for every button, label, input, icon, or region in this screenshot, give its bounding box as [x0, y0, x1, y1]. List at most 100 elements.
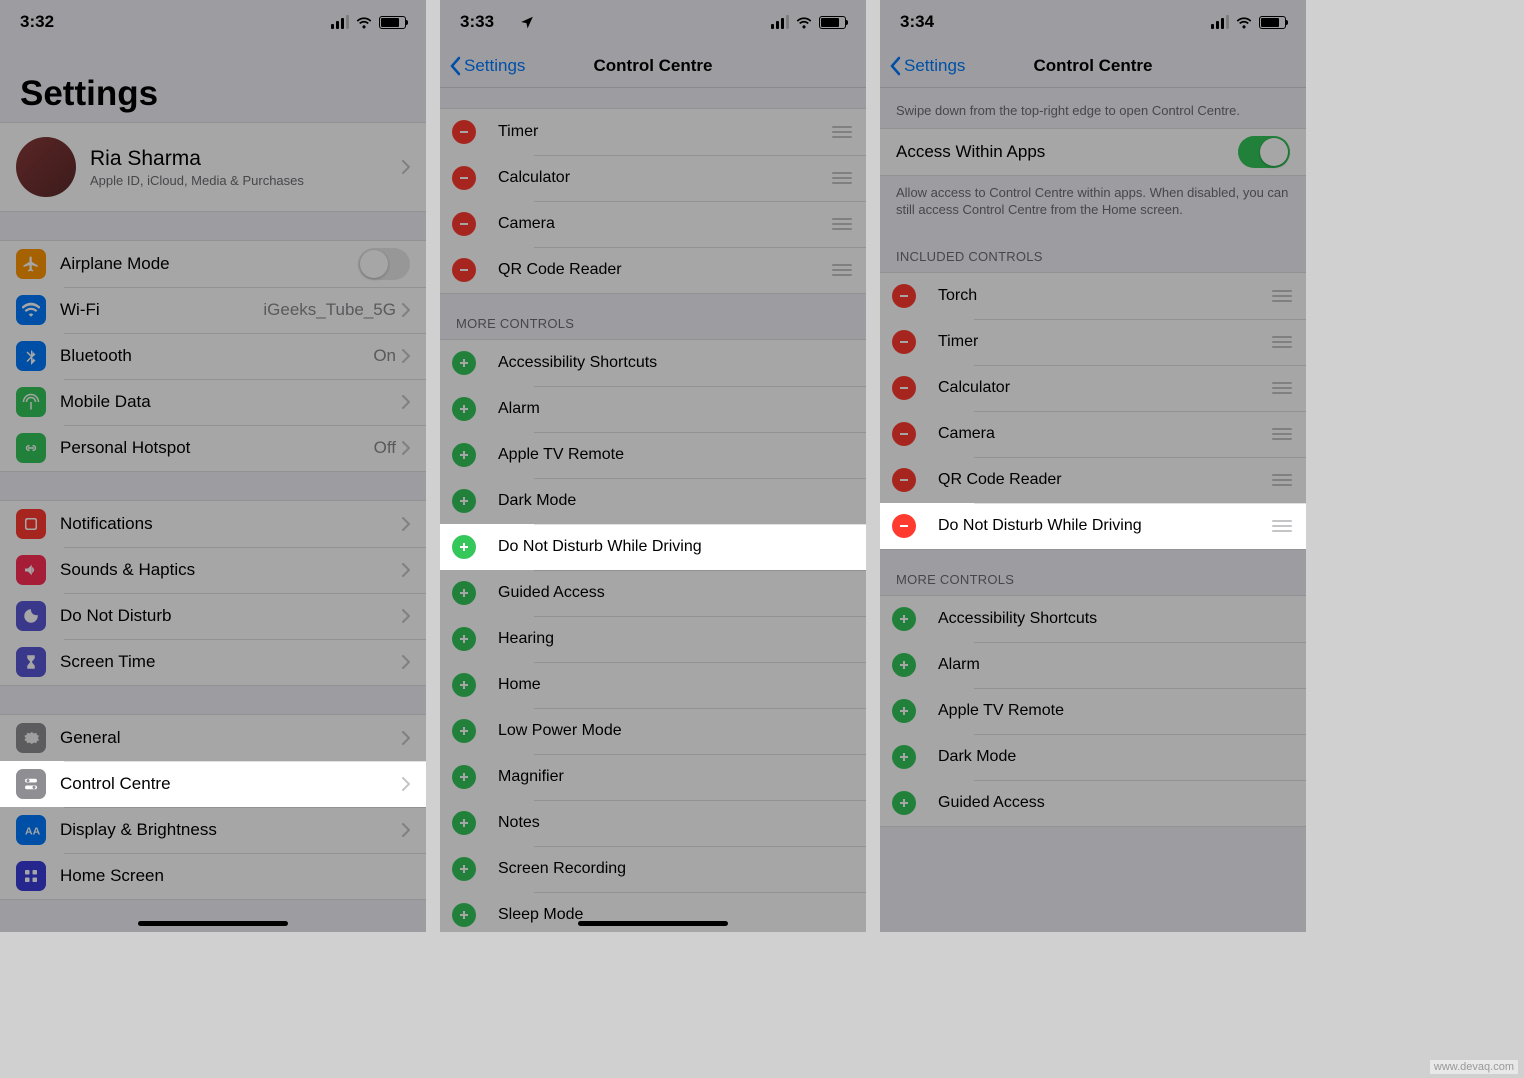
hint-text: Swipe down from the top-right edge to op…: [880, 88, 1306, 128]
more-control-screen-recording[interactable]: Screen Recording: [440, 846, 866, 892]
more-control-dnd-driving[interactable]: Do Not Disturb While Driving: [440, 524, 866, 570]
row-label: Sleep Mode: [498, 906, 583, 924]
reorder-handle[interactable]: [830, 218, 854, 230]
more-control-guided-access[interactable]: Guided Access: [880, 780, 1306, 826]
more-control-alarm[interactable]: Alarm: [440, 386, 866, 432]
back-label: Settings: [464, 56, 525, 76]
add-button[interactable]: [892, 745, 916, 769]
remove-button[interactable]: [892, 376, 916, 400]
back-button[interactable]: Settings: [888, 56, 965, 76]
row-general[interactable]: General: [0, 715, 426, 761]
svg-text:AA: AA: [25, 826, 40, 838]
included-control-timer[interactable]: Timer: [440, 109, 866, 155]
reorder-handle[interactable]: [1270, 290, 1294, 302]
more-control-notes[interactable]: Notes: [440, 800, 866, 846]
reorder-handle[interactable]: [1270, 520, 1294, 532]
row-label: Personal Hotspot: [60, 438, 374, 458]
more-control-accessibility[interactable]: Accessibility Shortcuts: [440, 340, 866, 386]
reorder-handle[interactable]: [1270, 474, 1294, 486]
row-label: Screen Time: [60, 652, 402, 672]
add-button[interactable]: [452, 581, 476, 605]
add-button[interactable]: [452, 765, 476, 789]
reorder-handle[interactable]: [830, 172, 854, 184]
row-notifications[interactable]: Notifications: [0, 501, 426, 547]
included-control-qr[interactable]: QR Code Reader: [880, 457, 1306, 503]
text-size-icon: AA: [16, 815, 46, 845]
add-button[interactable]: [452, 627, 476, 651]
reorder-handle[interactable]: [1270, 336, 1294, 348]
add-button[interactable]: [452, 857, 476, 881]
reorder-handle[interactable]: [830, 264, 854, 276]
add-button[interactable]: [892, 791, 916, 815]
reorder-handle[interactable]: [1270, 382, 1294, 394]
more-control-magnifier[interactable]: Magnifier: [440, 754, 866, 800]
more-control-guided-access[interactable]: Guided Access: [440, 570, 866, 616]
included-control-dnd-driving[interactable]: Do Not Disturb While Driving: [880, 503, 1306, 549]
row-home-screen[interactable]: Home Screen: [0, 853, 426, 899]
more-control-accessibility[interactable]: Accessibility Shortcuts: [880, 596, 1306, 642]
row-personal-hotspot[interactable]: Personal Hotspot Off: [0, 425, 426, 471]
more-control-appletv[interactable]: Apple TV Remote: [440, 432, 866, 478]
row-label: Bluetooth: [60, 346, 373, 366]
more-control-darkmode[interactable]: Dark Mode: [880, 734, 1306, 780]
row-airplane-mode[interactable]: Airplane Mode: [0, 241, 426, 287]
row-control-centre[interactable]: Control Centre: [0, 761, 426, 807]
chevron-right-icon: [402, 349, 410, 363]
more-control-low-power[interactable]: Low Power Mode: [440, 708, 866, 754]
remove-button[interactable]: [452, 166, 476, 190]
row-sounds-haptics[interactable]: Sounds & Haptics: [0, 547, 426, 593]
remove-button[interactable]: [892, 514, 916, 538]
back-button[interactable]: Settings: [448, 56, 525, 76]
row-bluetooth[interactable]: Bluetooth On: [0, 333, 426, 379]
remove-button[interactable]: [452, 120, 476, 144]
remove-button[interactable]: [892, 284, 916, 308]
included-control-qr[interactable]: QR Code Reader: [440, 247, 866, 293]
reorder-handle[interactable]: [830, 126, 854, 138]
row-wifi[interactable]: Wi-Fi iGeeks_Tube_5G: [0, 287, 426, 333]
row-display-brightness[interactable]: AA Display & Brightness: [0, 807, 426, 853]
included-control-calculator[interactable]: Calculator: [440, 155, 866, 201]
more-control-hearing[interactable]: Hearing: [440, 616, 866, 662]
add-button[interactable]: [452, 719, 476, 743]
row-mobile-data[interactable]: Mobile Data: [0, 379, 426, 425]
apple-id-row[interactable]: Ria Sharma Apple ID, iCloud, Media & Pur…: [0, 122, 426, 212]
row-do-not-disturb[interactable]: Do Not Disturb: [0, 593, 426, 639]
more-control-alarm[interactable]: Alarm: [880, 642, 1306, 688]
more-control-appletv[interactable]: Apple TV Remote: [880, 688, 1306, 734]
remove-button[interactable]: [892, 330, 916, 354]
more-control-darkmode[interactable]: Dark Mode: [440, 478, 866, 524]
add-button[interactable]: [452, 443, 476, 467]
remove-button[interactable]: [892, 468, 916, 492]
included-control-timer[interactable]: Timer: [880, 319, 1306, 365]
included-control-camera[interactable]: Camera: [880, 411, 1306, 457]
included-control-calculator[interactable]: Calculator: [880, 365, 1306, 411]
row-label: Alarm: [498, 400, 540, 418]
reorder-handle[interactable]: [1270, 428, 1294, 440]
add-button[interactable]: [892, 699, 916, 723]
add-button[interactable]: [452, 811, 476, 835]
add-button[interactable]: [452, 351, 476, 375]
row-access-within-apps[interactable]: Access Within Apps: [880, 129, 1306, 175]
home-indicator[interactable]: [138, 921, 288, 926]
add-button[interactable]: [892, 607, 916, 631]
add-button[interactable]: [892, 653, 916, 677]
remove-button[interactable]: [452, 212, 476, 236]
row-screen-time[interactable]: Screen Time: [0, 639, 426, 685]
more-control-home[interactable]: Home: [440, 662, 866, 708]
add-button[interactable]: [452, 489, 476, 513]
access-note: Allow access to Control Centre within ap…: [880, 176, 1306, 227]
watermark: www.devaq.com: [1430, 1060, 1518, 1074]
add-button[interactable]: [452, 903, 476, 927]
add-button[interactable]: [452, 535, 476, 559]
add-button[interactable]: [452, 397, 476, 421]
signal-icon: [771, 15, 789, 29]
home-indicator[interactable]: [578, 921, 728, 926]
more-control-sleep-mode[interactable]: Sleep Mode: [440, 892, 866, 932]
airplane-switch[interactable]: [358, 248, 410, 280]
remove-button[interactable]: [892, 422, 916, 446]
remove-button[interactable]: [452, 258, 476, 282]
access-switch[interactable]: [1238, 136, 1290, 168]
included-control-camera[interactable]: Camera: [440, 201, 866, 247]
included-control-torch[interactable]: Torch: [880, 273, 1306, 319]
add-button[interactable]: [452, 673, 476, 697]
